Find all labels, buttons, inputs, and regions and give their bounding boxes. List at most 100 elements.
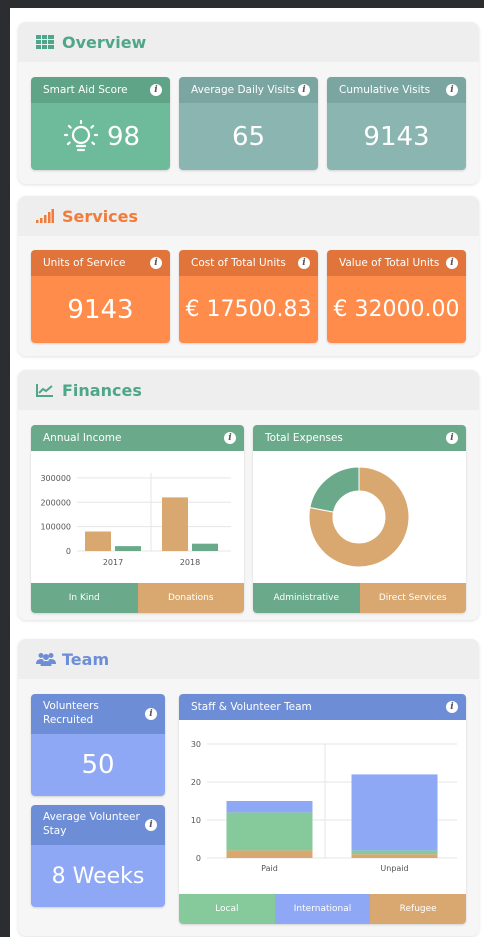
y-tick-label: 0 bbox=[196, 854, 201, 863]
overview-panel: Overview Smart Aid Score i 98 Average Da… bbox=[18, 22, 479, 184]
units-of-service-card[interactable]: Units of Service i 9143 bbox=[31, 250, 170, 343]
info-icon[interactable]: i bbox=[145, 708, 157, 720]
dashboard: Overview Smart Aid Score i 98 Average Da… bbox=[10, 8, 484, 937]
bar bbox=[85, 531, 111, 551]
y-tick-label: 200000 bbox=[40, 498, 71, 507]
lightbulb-icon bbox=[63, 119, 99, 151]
page: Overview Smart Aid Score i 98 Average Da… bbox=[0, 0, 484, 937]
bar-segment bbox=[226, 850, 313, 858]
card-value: 9143 bbox=[363, 121, 430, 152]
annual-income-card: Annual Income i 0 100000 200000 300000 2017 2… bbox=[31, 425, 244, 613]
card-header: Annual Income i bbox=[31, 425, 244, 451]
card-body: 9143 bbox=[327, 103, 466, 170]
legend-direct-services[interactable]: Direct Services bbox=[359, 583, 466, 613]
expenses-legend: Administrative Direct Services bbox=[253, 583, 466, 613]
legend-local[interactable]: Local bbox=[179, 894, 275, 924]
services-panel: Services Units of Service i 9143 Cost of… bbox=[18, 196, 479, 356]
team-panel: Team Volunteers Recruited i 50 Average V… bbox=[18, 639, 479, 936]
info-icon[interactable]: i bbox=[145, 819, 157, 831]
pie-slice bbox=[309, 466, 360, 513]
card-value: € 17500.83 bbox=[185, 297, 312, 322]
info-icon[interactable]: i bbox=[298, 84, 310, 96]
y-tick-label: 300000 bbox=[40, 474, 71, 483]
card-label: Cost of Total Units bbox=[191, 257, 286, 269]
legend-in-kind[interactable]: In Kind bbox=[31, 583, 138, 613]
info-icon[interactable]: i bbox=[150, 84, 162, 96]
services-title: Services bbox=[62, 206, 139, 226]
y-tick-label: 20 bbox=[191, 778, 201, 787]
card-value: 8 Weeks bbox=[51, 863, 145, 889]
card-value: 9143 bbox=[67, 294, 134, 325]
card-body: 98 bbox=[31, 103, 170, 170]
card-body: 50 bbox=[31, 734, 165, 796]
card-label: Annual Income bbox=[43, 432, 122, 444]
card-body: € 17500.83 bbox=[179, 276, 318, 343]
info-icon[interactable]: i bbox=[150, 257, 162, 269]
cumulative-visits-card[interactable]: Cumulative Visits i 9143 bbox=[327, 77, 466, 170]
card-body: 9143 bbox=[31, 276, 170, 343]
average-volunteer-stay-card[interactable]: Average Volunteer Stay i 8 Weeks bbox=[31, 805, 165, 907]
card-header: Volunteers Recruited i bbox=[31, 694, 165, 734]
info-icon[interactable]: i bbox=[298, 257, 310, 269]
users-icon bbox=[36, 651, 56, 667]
value-of-total-units-card[interactable]: Value of Total Units i € 32000.00 bbox=[327, 250, 466, 343]
card-header: Cumulative Visits i bbox=[327, 77, 466, 103]
card-value: € 32000.00 bbox=[333, 297, 460, 322]
team-legend: Local International Refugee bbox=[179, 894, 466, 924]
card-label: Average Volunteer Stay bbox=[43, 811, 140, 837]
card-header: Average Volunteer Stay i bbox=[31, 805, 165, 845]
finances-panel: Finances Annual Income i 0 100000 200000 30… bbox=[18, 370, 479, 620]
x-tick-label: 2018 bbox=[180, 558, 200, 567]
legend-refugee[interactable]: Refugee bbox=[370, 894, 466, 924]
card-label: Smart Aid Score bbox=[43, 84, 128, 96]
card-label: Volunteers Recruited bbox=[43, 700, 99, 726]
line-chart-icon bbox=[36, 382, 54, 398]
info-icon[interactable]: i bbox=[224, 432, 236, 444]
info-icon[interactable]: i bbox=[446, 432, 458, 444]
cost-of-total-units-card[interactable]: Cost of Total Units i € 17500.83 bbox=[179, 250, 318, 343]
finances-title: Finances bbox=[62, 380, 142, 400]
card-header: Total Expenses i bbox=[253, 425, 466, 451]
card-label: Average Daily Visits bbox=[191, 84, 296, 96]
bar-segment bbox=[351, 774, 438, 851]
bar bbox=[162, 497, 188, 551]
x-tick-label: Paid bbox=[261, 864, 278, 873]
bar-segment bbox=[226, 801, 313, 813]
card-body: 65 bbox=[179, 103, 318, 170]
team-header: Team bbox=[18, 639, 479, 679]
average-daily-visits-card[interactable]: Average Daily Visits i 65 bbox=[179, 77, 318, 170]
bar bbox=[192, 543, 218, 551]
staff-volunteer-team-chart: 0 10 20 30 Paid Unpaid bbox=[191, 740, 457, 873]
bar-segment bbox=[351, 850, 438, 855]
y-tick-label: 0 bbox=[66, 547, 71, 556]
overview-header: Overview bbox=[18, 22, 479, 62]
volunteers-recruited-card[interactable]: Volunteers Recruited i 50 bbox=[31, 694, 165, 796]
info-icon[interactable]: i bbox=[446, 257, 458, 269]
card-label: Total Expenses bbox=[265, 432, 343, 444]
info-icon[interactable]: i bbox=[446, 84, 458, 96]
card-header: Staff & Volunteer Team i bbox=[179, 694, 466, 720]
card-header: Value of Total Units i bbox=[327, 250, 466, 276]
smart-aid-score-card[interactable]: Smart Aid Score i 98 bbox=[31, 77, 170, 170]
x-tick-label: 2017 bbox=[103, 558, 123, 567]
card-body: 8 Weeks bbox=[31, 845, 165, 907]
legend-international[interactable]: International bbox=[274, 894, 371, 924]
card-body: € 32000.00 bbox=[327, 276, 466, 343]
services-header: Services bbox=[18, 196, 479, 236]
card-header: Cost of Total Units i bbox=[179, 250, 318, 276]
y-tick-label: 100000 bbox=[40, 523, 71, 532]
annual-income-chart: 0 100000 200000 300000 2017 2018 bbox=[40, 473, 231, 567]
total-expenses-card: Total Expenses i Administrative Direct S… bbox=[253, 425, 466, 613]
grid-icon bbox=[36, 34, 54, 50]
card-value: 50 bbox=[81, 750, 115, 780]
income-legend: In Kind Donations bbox=[31, 583, 244, 613]
y-tick-label: 10 bbox=[191, 816, 201, 825]
card-header: Average Daily Visits i bbox=[179, 77, 318, 103]
team-title: Team bbox=[62, 649, 110, 669]
legend-donations[interactable]: Donations bbox=[137, 583, 244, 613]
y-tick-label: 30 bbox=[191, 740, 201, 749]
card-label: Cumulative Visits bbox=[339, 84, 431, 96]
card-label: Units of Service bbox=[43, 257, 126, 269]
legend-administrative[interactable]: Administrative bbox=[253, 583, 360, 613]
info-icon[interactable]: i bbox=[446, 701, 458, 713]
